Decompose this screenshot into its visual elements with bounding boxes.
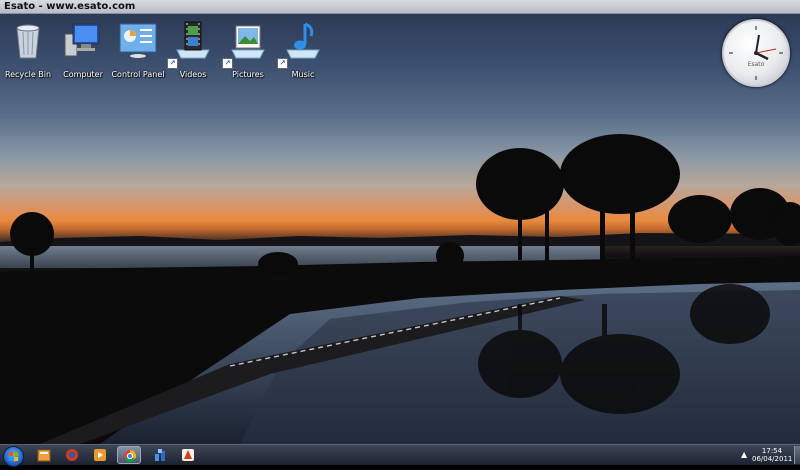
tray-clock[interactable]: 17:54 06/04/2011 (752, 447, 792, 463)
videos-icon (176, 21, 210, 59)
desktop-icon-label: Music (291, 70, 315, 79)
desktop[interactable]: Recycle Bin Computer Control Panel ↗ Vid… (0, 14, 800, 444)
red-app-icon (182, 449, 194, 461)
control-panel-icon (119, 23, 157, 58)
desktop-icon-recycle-bin[interactable]: Recycle Bin (0, 18, 56, 82)
music-icon (286, 22, 320, 59)
clock-face-icon (729, 26, 783, 80)
desktop-icon-music[interactable]: ↗ Music (275, 18, 331, 82)
desktop-icon-label: Pictures (232, 70, 264, 79)
recycle-bin-icon (16, 24, 40, 59)
taskbar-network-app[interactable] (148, 446, 172, 464)
clock-brand: Esato (747, 61, 765, 68)
browser-red-icon (66, 449, 78, 461)
desktop-icon-videos[interactable]: ↗ Videos (165, 18, 221, 82)
taskbar-media-player[interactable] (88, 446, 112, 464)
taskbar-chrome[interactable] (117, 446, 141, 464)
desktop-icon-label: Recycle Bin (4, 70, 52, 79)
library-folder-icon (37, 449, 51, 462)
taskbar-red-app[interactable] (176, 446, 200, 464)
tray-expand-icon[interactable]: ▲ (741, 450, 747, 460)
window-title-bar: Esato - www.esato.com (0, 0, 800, 14)
desktop-icon-control-panel[interactable]: Control Panel (110, 18, 166, 82)
desktop-icon-computer[interactable]: Computer (55, 18, 111, 82)
desktop-icon-pictures[interactable]: ↗ Pictures (220, 18, 276, 82)
desktop-icon-label: Control Panel (111, 70, 165, 79)
desktop-icon-label: Videos (179, 70, 207, 79)
computer-icon (64, 23, 100, 57)
network-app-icon (155, 449, 165, 461)
taskbar-browser-red[interactable] (60, 446, 84, 464)
shortcut-arrow-icon: ↗ (277, 58, 288, 69)
tray-time: 17:54 (761, 447, 783, 455)
chrome-icon (124, 450, 137, 463)
desktop-icon-label: Computer (63, 70, 103, 79)
window-title: Esato - www.esato.com (4, 1, 136, 12)
show-desktop-button[interactable] (794, 446, 800, 464)
shortcut-arrow-icon: ↗ (167, 58, 178, 69)
tray-date: 06/04/2011 (752, 455, 793, 463)
clock-gadget[interactable]: Esato (722, 19, 790, 87)
taskbar-library-folder[interactable] (32, 446, 56, 464)
taskbar: ▲ 17:54 06/04/2011 (0, 444, 800, 467)
pictures-icon (231, 25, 265, 59)
shortcut-arrow-icon: ↗ (222, 58, 233, 69)
media-player-icon (94, 449, 106, 461)
windows-logo-icon (9, 452, 18, 461)
